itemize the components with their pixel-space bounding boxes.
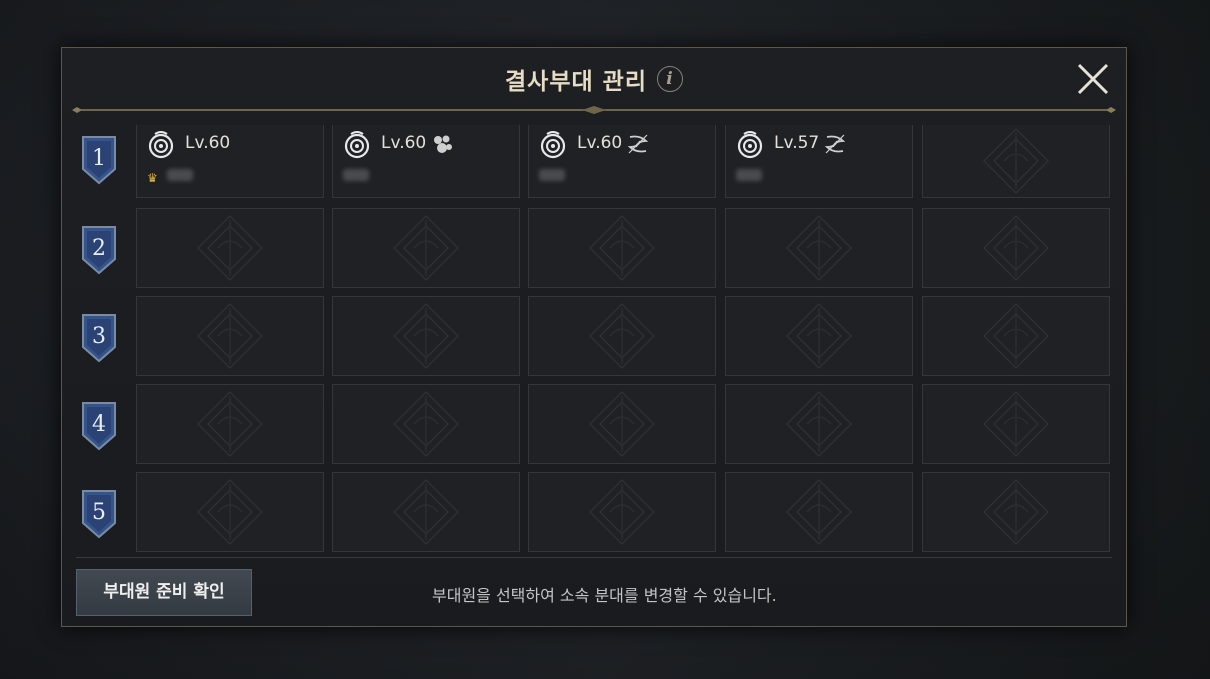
empty-slot-emblem-icon [196,390,264,458]
empty-slot[interactable] [528,472,716,552]
empty-slot-emblem-icon [785,390,853,458]
empty-slot-emblem-icon [588,390,656,458]
empty-slot[interactable] [136,384,324,464]
empty-slot[interactable] [332,472,520,552]
ready-check-button[interactable]: 부대원 준비 확인 [76,569,252,616]
swirl-icon [824,134,845,154]
empty-slot[interactable] [922,125,1110,198]
footer-divider [76,557,1112,558]
member-level: Lv.60 [381,133,427,153]
svg-text:2: 2 [92,236,106,261]
squad-row: 5 [76,469,1112,552]
empty-slot[interactable] [725,296,913,376]
empty-slot-emblem-icon [982,478,1050,546]
empty-slot-emblem-icon [392,214,460,282]
squad-number-badge: 3 [80,313,118,363]
class-spiral-icon [737,131,763,159]
member-name-redacted [736,169,762,181]
empty-slot[interactable] [332,296,520,376]
empty-slot-emblem-icon [392,302,460,370]
swirl-icon [627,134,648,154]
empty-slot[interactable] [528,208,716,288]
empty-slot[interactable] [528,296,716,376]
empty-slot-emblem-icon [196,302,264,370]
leader-crown-icon: ♛ [147,171,158,185]
empty-slot-emblem-icon [196,214,264,282]
close-icon[interactable] [1076,62,1110,96]
title-divider [72,106,1116,114]
empty-slot-emblem-icon [785,302,853,370]
empty-slot-emblem-icon [982,127,1050,195]
squad-number-badge: 5 [80,489,118,539]
empty-slot-emblem-icon [392,390,460,458]
empty-slot-emblem-icon [196,478,264,546]
class-spiral-icon [148,131,174,159]
member-level: Lv.57 [774,133,820,153]
member-level: Lv.60 [185,133,231,153]
empty-slot-emblem-icon [982,214,1050,282]
hint-text: 부대원을 선택하여 소속 분대를 변경할 수 있습니다. [432,586,777,605]
info-icon[interactable]: i [656,66,683,92]
member-slot[interactable]: Lv.57 [725,125,913,198]
squad-number-badge: 1 [80,135,118,185]
empty-slot-emblem-icon [982,302,1050,370]
member-slot[interactable]: Lv.60 ♛ [136,125,324,198]
empty-slot-emblem-icon [588,302,656,370]
paw-group-icon [433,135,452,153]
class-spiral-icon [540,131,566,159]
squad-number-badge: 4 [80,401,118,451]
svg-text:4: 4 [92,412,106,437]
empty-slot-emblem-icon [785,478,853,546]
empty-slot[interactable] [922,208,1110,288]
empty-slot[interactable] [136,472,324,552]
svg-text:5: 5 [92,500,106,525]
svg-text:1: 1 [92,146,106,171]
squad-management-dialog: 결사부대 관리 i 1 Lv.60 ♛ Lv.60 Lv.60 Lv.57 2 3 4 5 부대원… [61,47,1127,627]
dialog-title-text: 결사부대 관리 [505,69,647,95]
empty-slot-emblem-icon [982,390,1050,458]
empty-slot[interactable] [136,296,324,376]
empty-slot[interactable] [332,384,520,464]
squad-row: 2 [76,205,1112,288]
empty-slot-emblem-icon [392,478,460,546]
empty-slot[interactable] [725,384,913,464]
empty-slot[interactable] [136,208,324,288]
member-level: Lv.60 [577,133,623,153]
squad-row: 3 [76,293,1112,376]
member-name-redacted [167,169,193,181]
empty-slot[interactable] [725,472,913,552]
class-spiral-icon [344,131,370,159]
member-name-redacted [343,169,369,181]
svg-text:3: 3 [92,324,106,349]
member-slot[interactable]: Lv.60 [332,125,520,198]
empty-slot[interactable] [528,384,716,464]
empty-slot[interactable] [332,208,520,288]
empty-slot-emblem-icon [588,478,656,546]
member-name-redacted [539,169,565,181]
squad-number-badge: 2 [80,225,118,275]
squad-row: 4 [76,381,1112,464]
empty-slot[interactable] [922,472,1110,552]
member-slot[interactable]: Lv.60 [528,125,716,198]
dialog-title: 결사부대 관리 i [62,62,1126,96]
empty-slot-emblem-icon [588,214,656,282]
empty-slot[interactable] [922,296,1110,376]
squad-row: 1 Lv.60 ♛ Lv.60 Lv.60 Lv.57 [76,125,1112,207]
empty-slot[interactable] [725,208,913,288]
empty-slot-emblem-icon [785,214,853,282]
empty-slot[interactable] [922,384,1110,464]
